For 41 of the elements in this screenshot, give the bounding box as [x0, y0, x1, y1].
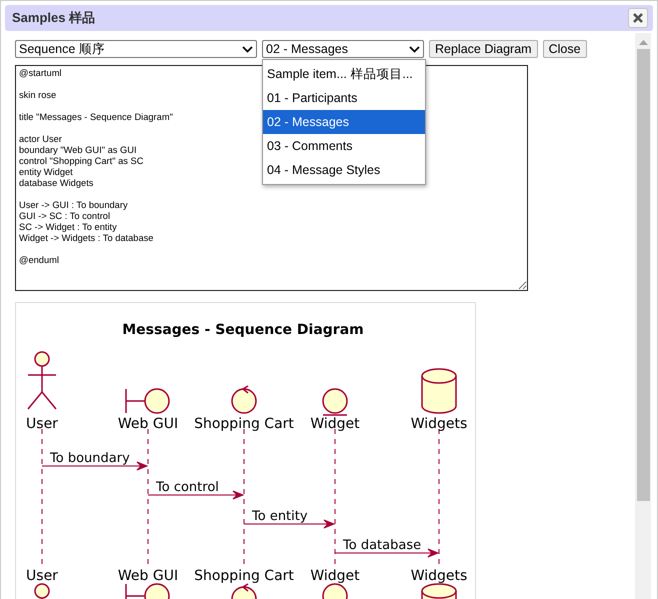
scroll-up-icon: [638, 40, 648, 45]
participant-label: User: [26, 416, 58, 432]
participant-label: Widget: [310, 568, 360, 584]
dropdown-option[interactable]: 03 - Comments: [263, 134, 425, 158]
boundary-icon: [125, 583, 170, 599]
diagram-title: Messages - Sequence Diagram: [122, 322, 364, 338]
participant-label: Shopping Cart: [194, 416, 294, 432]
participant-label: Web GUI: [118, 568, 178, 584]
window-title: Samples 样品: [12, 9, 96, 27]
message-label: To boundary: [50, 451, 130, 466]
message-label: To control: [156, 480, 219, 495]
control-icon: [231, 385, 257, 414]
participant-label: Widgets: [410, 416, 468, 432]
participant-label: Widgets: [410, 568, 468, 584]
database-icon: [421, 583, 457, 599]
actor-icon: [27, 351, 57, 410]
dropdown-option[interactable]: 02 - Messages: [263, 110, 425, 134]
sample-select[interactable]: 02 - Messages: [262, 40, 424, 58]
database-icon: [421, 368, 457, 414]
toolbar-button[interactable]: Close: [542, 40, 587, 58]
boundary-icon: [125, 388, 170, 414]
entity-icon: [322, 388, 348, 416]
chevron-icon: [409, 46, 420, 52]
dropdown-option[interactable]: 04 - Message Styles: [263, 158, 425, 182]
message-label: To database: [343, 538, 422, 553]
chevron-icon: [242, 46, 253, 52]
dropdown-option[interactable]: Sample item... 样品项目...: [263, 62, 425, 86]
participant-label: Shopping Cart: [194, 568, 294, 584]
close-icon: [633, 13, 643, 23]
actor-icon: [34, 583, 50, 599]
entity-icon: [322, 583, 348, 599]
participant-label: Web GUI: [118, 416, 178, 432]
participant-label: Widget: [310, 416, 360, 432]
category-select[interactable]: Sequence 顺序: [15, 40, 257, 58]
participant-label: User: [26, 568, 58, 584]
close-button[interactable]: [628, 8, 648, 28]
toolbar-button[interactable]: Replace Diagram: [429, 40, 538, 58]
control-icon: [231, 583, 257, 599]
scrollbar[interactable]: [635, 33, 651, 599]
message-label: To entity: [252, 509, 308, 524]
dropdown-option[interactable]: 01 - Participants: [263, 86, 425, 110]
